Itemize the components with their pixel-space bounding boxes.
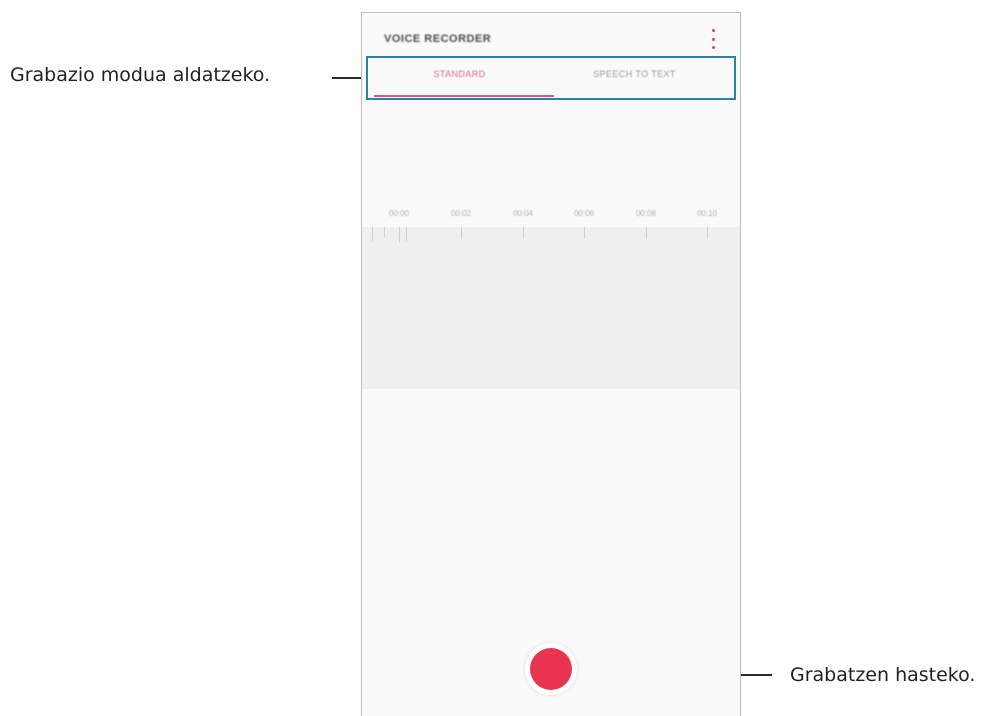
timeline-tick xyxy=(707,227,708,239)
timeline-tick xyxy=(399,227,400,243)
time-label: 00:10 xyxy=(696,209,718,218)
timeline-tick xyxy=(372,227,373,241)
timeline-tick xyxy=(646,227,647,239)
timeline-tick xyxy=(523,227,524,239)
time-label: 00:08 xyxy=(635,209,657,218)
tab-speech-to-text[interactable]: SPEECH TO TEXT xyxy=(547,69,722,79)
timeline-tick xyxy=(461,227,462,239)
record-icon xyxy=(530,648,572,690)
time-label: 00:00 xyxy=(388,209,410,218)
more-vertical-icon[interactable] xyxy=(708,29,718,49)
tab-selected-indicator xyxy=(374,95,554,97)
timeline-tick xyxy=(584,227,585,239)
waveform-area xyxy=(362,227,740,389)
record-button[interactable] xyxy=(525,643,577,695)
time-label: 00:02 xyxy=(450,209,472,218)
record-annotation: Grabatzen hasteko. xyxy=(790,664,976,686)
timeline-tick xyxy=(406,227,407,241)
timeline-tick xyxy=(384,227,385,237)
mode-annotation: Grabazio modua aldatzeko. xyxy=(10,64,271,86)
time-label: 00:06 xyxy=(573,209,595,218)
app-title: VOICE RECORDER xyxy=(384,33,492,45)
tab-standard[interactable]: STANDARD xyxy=(372,69,547,79)
timeline-labels: 00:00 00:02 00:04 00:06 00:08 00:10 xyxy=(362,209,740,223)
phone-screen: VOICE RECORDER STANDARD SPEECH TO TEXT 0… xyxy=(361,12,741,716)
time-label: 00:04 xyxy=(512,209,534,218)
